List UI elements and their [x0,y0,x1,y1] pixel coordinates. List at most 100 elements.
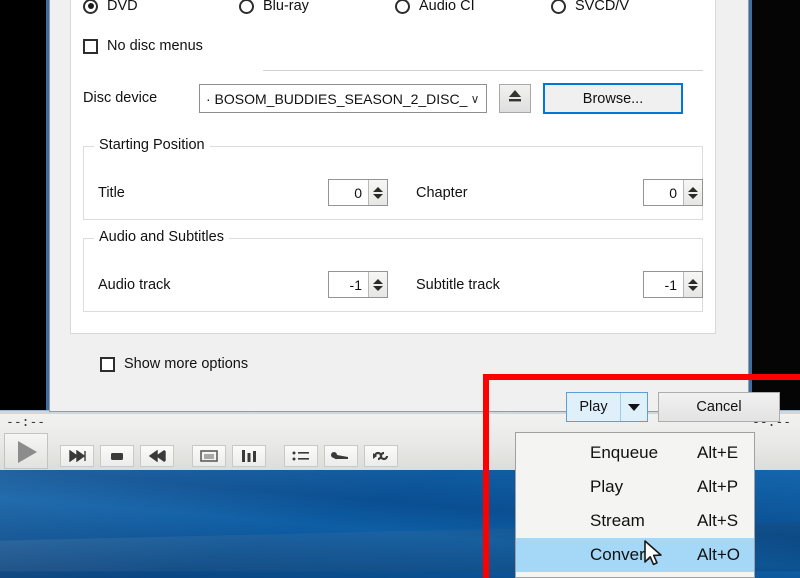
menu-item-play[interactable]: Play Alt+P [516,470,754,504]
spinner-up-icon [688,278,698,284]
spinner-down-icon [688,193,698,199]
title-spinner-arrows[interactable] [368,180,387,205]
no-disc-menus-checkbox[interactable]: No disc menus [83,38,203,54]
vlc-play-button[interactable] [4,433,48,469]
chapter-spinner-arrows[interactable] [683,180,702,205]
disc-tab-panel: DVD Blu-ray Audio CI SVCD/V No disc menu… [70,0,716,334]
audio-subtitles-group: Audio and Subtitles Audio track -1 Subti… [83,229,703,312]
open-media-dialog: DVD Blu-ray Audio CI SVCD/V No disc menu… [49,0,780,422]
play-dropdown-toggle[interactable] [621,393,647,421]
disc-device-value: · BOSOM_BUDDIES_SEASON_2_DISC_1 [206,90,468,107]
vlc-loop-button[interactable] [364,445,398,467]
show-more-options-box [100,356,115,372]
browse-button-label: Browse... [582,90,644,107]
radio-svcd-vcd-label: SVCD/V [575,0,629,14]
title-label: Title [98,185,125,201]
disc-device-label: Disc device [83,90,158,106]
play-button-label[interactable]: Play [567,393,621,421]
browse-button[interactable]: Browse... [543,83,683,114]
radio-audio-cd-indicator [395,0,410,14]
menu-item-play-accel: Alt+P [697,477,739,496]
play-split-button[interactable]: Play [566,392,648,422]
chapter-spinbox[interactable]: 0 [643,179,703,206]
spinner-up-icon [373,186,383,192]
title-spinbox[interactable]: 0 [328,179,388,206]
mouse-cursor [643,540,665,575]
vlc-video-area-right [752,0,800,410]
radio-audio-cd[interactable]: Audio CI [395,0,475,14]
starting-position-group: Starting Position Title 0 Chapter 0 [83,137,703,220]
spinner-up-icon [373,278,383,284]
vlc-stop-button[interactable] [100,445,134,467]
no-disc-menus-box [83,38,98,54]
divider [263,70,703,71]
eject-icon [506,88,524,109]
chevron-down-icon: ∨ [470,91,480,106]
subtitle-track-spinner-arrows[interactable] [683,272,702,297]
screen: --:-- --:-- DVD Blu-ray Audio CI SVCD/V … [0,0,800,578]
radio-svcd-vcd[interactable]: SVCD/V [551,0,629,14]
vlc-fullscreen-button[interactable] [192,445,226,467]
stop-icon [108,450,126,462]
equalizer-icon [240,449,258,463]
audio-track-value: -1 [349,276,362,293]
radio-audio-cd-label: Audio CI [419,0,475,14]
chevron-down-icon [628,403,640,411]
menu-item-convert-accel: Alt+O [697,545,740,564]
vlc-elapsed-time: --:-- [6,415,46,430]
vlc-previous-button[interactable] [60,445,94,467]
radio-dvd[interactable]: DVD [83,0,138,14]
audio-track-spinbox[interactable]: -1 [328,271,388,298]
play-dropdown-menu: Enqueue Alt+E Play Alt+P Stream Alt+S Co… [515,432,755,578]
disc-device-combobox[interactable]: · BOSOM_BUDDIES_SEASON_2_DISC_1 ∨ [199,84,487,113]
play-icon [18,441,37,463]
menu-item-stream[interactable]: Stream Alt+S [516,504,754,538]
chapter-value: 0 [669,184,677,201]
chapter-label: Chapter [416,185,468,201]
menu-item-enqueue[interactable]: Enqueue Alt+E [516,436,754,470]
radio-bluray-indicator [239,0,254,14]
playlist-icon [291,450,311,462]
menu-item-enqueue-accel: Alt+E [697,443,739,462]
radio-bluray[interactable]: Blu-ray [239,0,309,14]
menu-item-convert[interactable]: Convert Alt+O [516,538,754,572]
spinner-up-icon [688,186,698,192]
vlc-extended-settings-button[interactable] [324,445,358,467]
vlc-video-area-left [0,0,46,410]
show-more-options-label: Show more options [124,356,249,372]
loop-icon [371,450,391,462]
subtitle-track-spinbox[interactable]: -1 [643,271,703,298]
audio-track-spinner-arrows[interactable] [368,272,387,297]
audio-track-label: Audio track [98,277,171,293]
menu-item-play-label: Play [590,477,624,496]
spinner-down-icon [373,285,383,291]
radio-bluray-label: Blu-ray [263,0,309,14]
show-more-options-checkbox[interactable]: Show more options [100,356,248,372]
audio-subtitles-legend: Audio and Subtitles [94,229,229,245]
vlc-window-border-right [749,0,752,412]
subtitle-track-label: Subtitle track [416,277,500,293]
eject-button[interactable] [499,84,531,113]
radio-dvd-label: DVD [107,0,138,14]
radio-dvd-indicator [83,0,98,14]
menu-item-stream-accel: Alt+S [697,511,739,530]
vlc-next-button[interactable] [140,445,174,467]
fullscreen-icon [199,449,219,463]
vlc-equalizer-button[interactable] [232,445,266,467]
next-track-icon [147,450,167,462]
menu-item-enqueue-label: Enqueue [590,443,659,462]
menu-item-convert-label: Convert [590,545,650,564]
no-disc-menus-label: No disc menus [107,38,203,54]
previous-track-icon [67,450,87,462]
disc-device-row: Disc device · BOSOM_BUDDIES_SEASON_2_DIS… [83,83,715,116]
subtitle-track-value: -1 [664,276,677,293]
radio-svcd-vcd-indicator [551,0,566,14]
starting-position-legend: Starting Position [94,137,210,153]
cancel-button[interactable]: Cancel [658,392,780,422]
vlc-playlist-button[interactable] [284,445,318,467]
wrench-icon [331,450,351,462]
title-value: 0 [354,184,362,201]
cancel-button-label: Cancel [696,399,742,415]
spinner-down-icon [688,285,698,291]
disc-type-radio-group: DVD Blu-ray Audio CI SVCD/V [83,0,713,26]
